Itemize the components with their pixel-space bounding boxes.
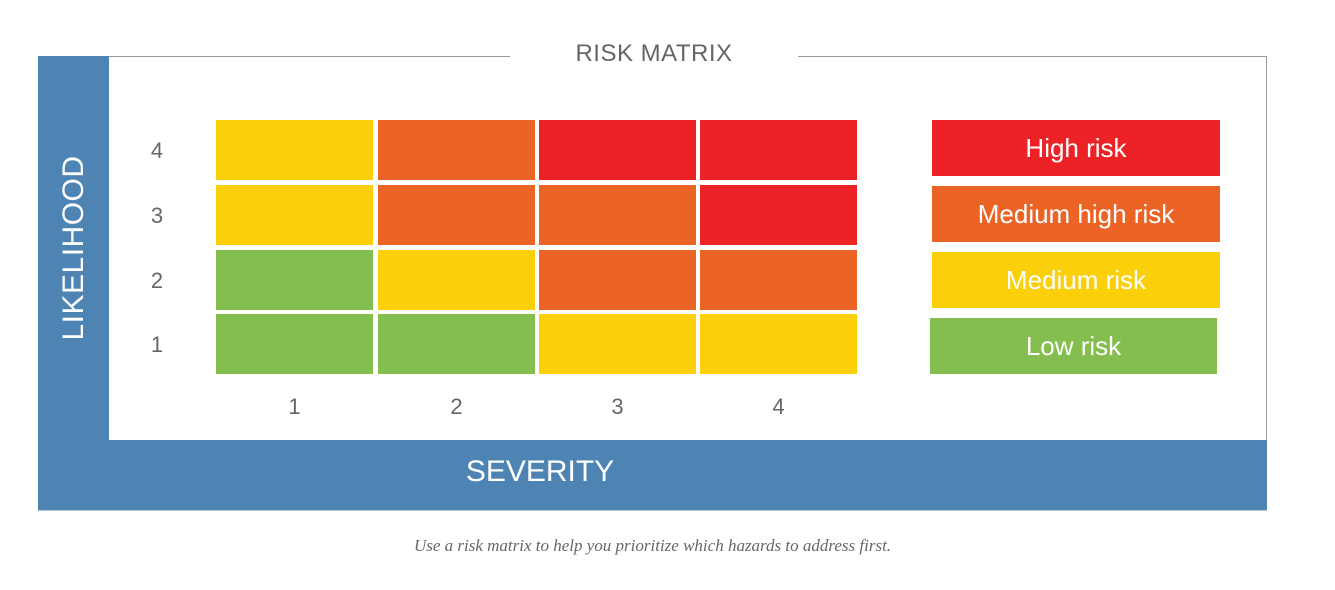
matrix-cell xyxy=(378,314,535,374)
y-tick-label: 4 xyxy=(150,138,164,163)
severity-axis-band xyxy=(38,440,1267,511)
legend-label: High risk xyxy=(1025,132,1127,163)
y-tick-label: 3 xyxy=(150,203,164,228)
legend-item: High risk xyxy=(932,120,1220,176)
frame-line xyxy=(798,56,1267,57)
x-tick-label: 3 xyxy=(611,394,624,419)
x-tick-label: 2 xyxy=(450,394,463,419)
matrix-cell xyxy=(216,314,373,374)
matrix-cell xyxy=(700,250,857,310)
matrix-cell xyxy=(539,185,696,245)
x-tick-label: 4 xyxy=(772,394,785,419)
legend-label: Medium high risk xyxy=(977,198,1175,229)
matrix-cell xyxy=(539,120,696,180)
matrix-cell xyxy=(539,250,696,310)
matrix-cell xyxy=(700,185,857,245)
matrix-cell xyxy=(216,250,373,310)
chart-title: RISK MATRIX xyxy=(575,40,733,67)
legend-item: Medium risk xyxy=(932,252,1220,308)
legend-item: Low risk xyxy=(930,318,1217,374)
frame-line xyxy=(109,56,510,57)
frame-line xyxy=(1266,56,1267,440)
matrix-cell xyxy=(539,314,696,374)
matrix-cell xyxy=(378,250,535,310)
matrix-cell xyxy=(216,120,373,180)
legend-label: Low risk xyxy=(1025,330,1122,361)
matrix-cell xyxy=(378,185,535,245)
x-tick-label: 1 xyxy=(288,394,301,419)
x-axis-label: SEVERITY xyxy=(465,455,615,488)
y-tick-label: 2 xyxy=(150,268,164,293)
y-axis-label: LIKELIHOOD xyxy=(56,155,90,341)
matrix-cell xyxy=(700,120,857,180)
matrix-cell xyxy=(216,185,373,245)
matrix-cell xyxy=(378,120,535,180)
legend-label: Medium risk xyxy=(1005,264,1147,295)
caption: Use a risk matrix to help you prioritize… xyxy=(413,536,892,555)
matrix-cell xyxy=(700,314,857,374)
y-tick-label: 1 xyxy=(150,332,164,357)
y-axis-label-wrap: LIKELIHOOD xyxy=(38,56,109,440)
legend-item: Medium high risk xyxy=(932,186,1220,242)
